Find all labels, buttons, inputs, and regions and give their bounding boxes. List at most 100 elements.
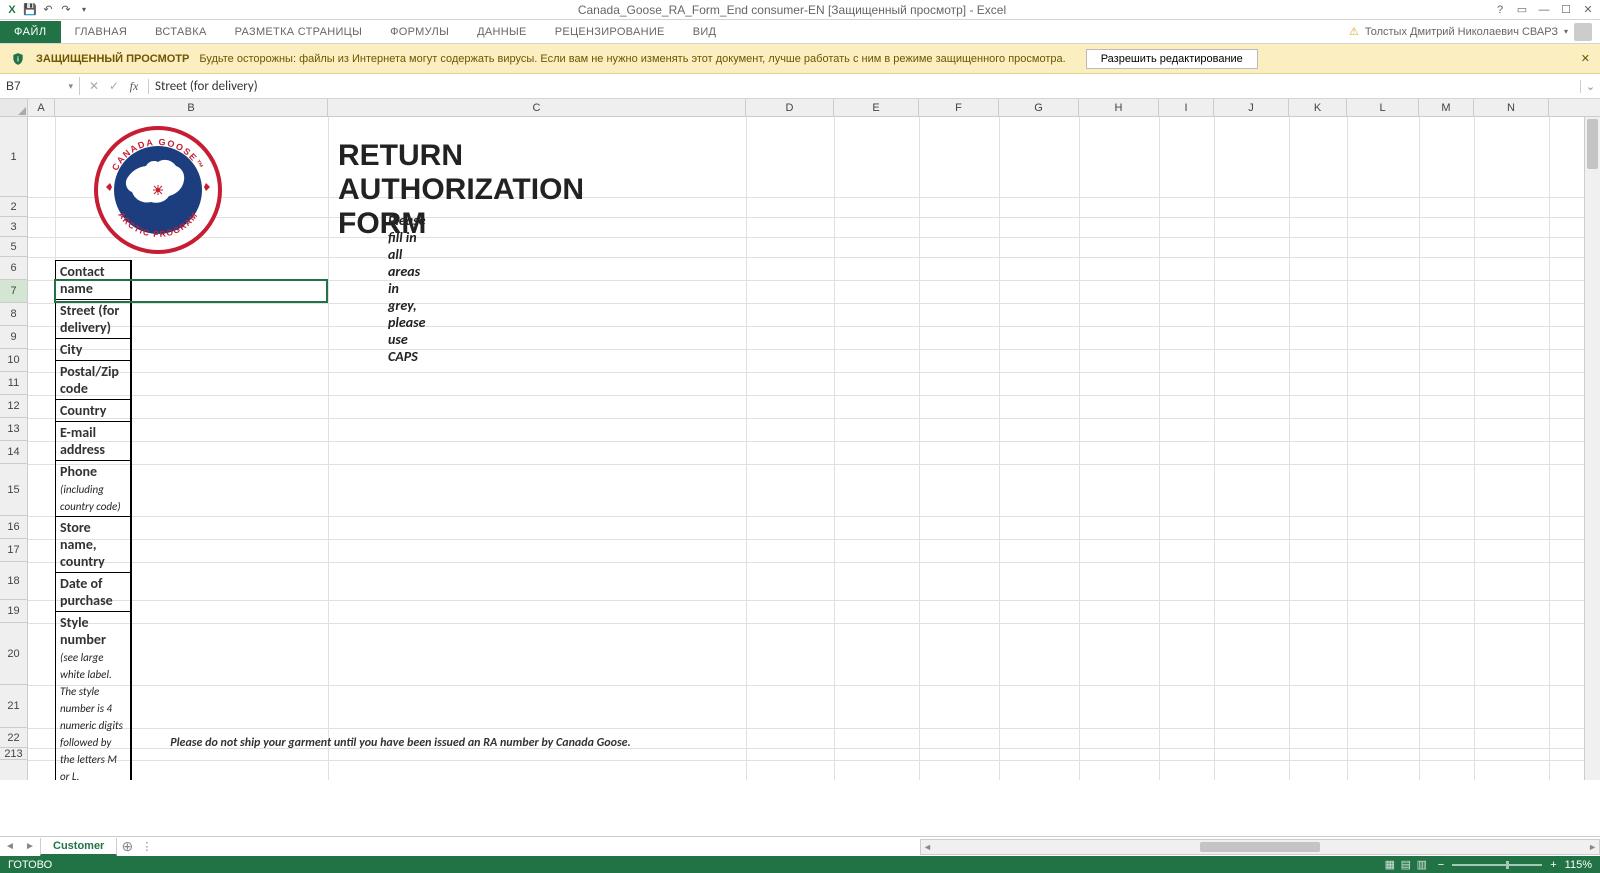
row-header[interactable]: 16 [0, 516, 27, 539]
name-box[interactable]: B7 ▾ [0, 77, 80, 95]
row-header[interactable]: 14 [0, 441, 27, 464]
vscroll-thumb[interactable] [1587, 119, 1598, 169]
column-header[interactable]: I [1159, 99, 1214, 116]
form-value-cell[interactable] [131, 339, 132, 361]
save-icon[interactable]: 💾 [22, 2, 38, 18]
row-header[interactable]: 6 [0, 257, 27, 280]
form-value-cell[interactable] [131, 400, 132, 422]
sheet-nav-prev-icon[interactable]: ◄ [0, 841, 20, 852]
form-value-cell[interactable] [131, 300, 132, 339]
row-header[interactable]: 1 [0, 117, 27, 197]
sheet-nav-next-icon[interactable]: ► [20, 841, 40, 852]
select-all-button[interactable] [0, 99, 28, 116]
row-header[interactable]: 15 [0, 464, 27, 516]
hscroll-left-icon[interactable]: ◄ [923, 842, 932, 852]
column-header[interactable]: L [1347, 99, 1419, 116]
name-box-dropdown-icon[interactable]: ▾ [68, 81, 73, 92]
page-layout-view-icon[interactable]: ▤ [1398, 858, 1414, 871]
column-header[interactable]: M [1419, 99, 1474, 116]
column-header[interactable]: N [1474, 99, 1549, 116]
cancel-formula-icon[interactable]: ✕ [86, 79, 102, 93]
warning-icon: ⚠ [1349, 25, 1359, 38]
ribbon-tab[interactable]: ФОРМУЛЫ [376, 21, 463, 43]
zoom-out-icon[interactable]: − [1438, 859, 1444, 871]
enable-editing-button[interactable]: Разрешить редактирование [1086, 49, 1258, 69]
row-header[interactable]: 11 [0, 372, 27, 395]
form-value-cell[interactable] [131, 612, 132, 781]
row-header[interactable]: 18 [0, 562, 27, 600]
view-buttons[interactable]: ▦▤▥ [1382, 858, 1430, 871]
column-header[interactable]: F [919, 99, 999, 116]
column-header[interactable]: D [746, 99, 834, 116]
row-header[interactable]: 19 [0, 600, 27, 623]
accept-formula-icon[interactable]: ✓ [106, 79, 122, 93]
ribbon-tab[interactable]: ВСТАВКА [141, 21, 220, 43]
add-sheet-icon[interactable]: ⊕ [117, 838, 137, 855]
column-header[interactable]: K [1289, 99, 1347, 116]
column-header[interactable]: E [834, 99, 919, 116]
zoom-level[interactable]: 115% [1565, 859, 1592, 871]
fx-icon[interactable]: fx [126, 79, 142, 94]
avatar[interactable] [1574, 23, 1592, 41]
row-header[interactable]: 17 [0, 539, 27, 562]
help-icon[interactable]: ? [1492, 2, 1508, 18]
cells-area[interactable]: CANADA GOOSE™ ARCTIC PROGRAM RETURN AUTH… [28, 117, 1584, 780]
excel-icon: X [4, 2, 20, 18]
normal-view-icon[interactable]: ▦ [1382, 858, 1398, 871]
row-header[interactable]: 13 [0, 418, 27, 441]
form-value-cell[interactable] [131, 422, 132, 461]
ribbon-tab[interactable]: ВИД [679, 21, 731, 43]
ribbon-options-icon[interactable]: ▭ [1514, 2, 1530, 18]
hscroll-thumb[interactable] [1200, 842, 1320, 852]
column-header[interactable]: C [328, 99, 746, 116]
column-header[interactable]: H [1079, 99, 1159, 116]
vertical-scrollbar[interactable] [1584, 117, 1600, 780]
row-header[interactable]: 2 [0, 197, 27, 217]
row-header[interactable]: 21 [0, 685, 27, 728]
file-tab[interactable]: ФАЙЛ [0, 21, 61, 43]
ribbon-tab[interactable]: ГЛАВНАЯ [61, 21, 142, 43]
worksheet-grid[interactable]: ABCDEFGHIJKLMN 1235678910111213141516171… [0, 99, 1600, 780]
column-header[interactable]: A [28, 99, 55, 116]
hscroll-right-icon[interactable]: ► [1588, 842, 1597, 852]
horizontal-scrollbar[interactable]: ◄ ► [920, 839, 1600, 855]
form-label-cell: Store name, country [56, 517, 131, 573]
row-header[interactable]: 5 [0, 237, 27, 257]
form-value-cell[interactable] [131, 261, 132, 300]
zoom-slider[interactable] [1452, 864, 1542, 866]
column-header[interactable]: B [55, 99, 328, 116]
row-header[interactable]: 9 [0, 326, 27, 349]
close-icon[interactable]: ✕ [1580, 2, 1596, 18]
row-header[interactable]: 22 [0, 728, 27, 748]
formula-input[interactable]: Street (for delivery) [149, 77, 1580, 96]
page-break-view-icon[interactable]: ▥ [1414, 858, 1430, 871]
row-header[interactable]: 8 [0, 303, 27, 326]
ribbon-tab[interactable]: РАЗМЕТКА СТРАНИЦЫ [221, 21, 377, 43]
gridlines [28, 117, 1584, 780]
column-header[interactable]: G [999, 99, 1079, 116]
row-header[interactable]: 12 [0, 395, 27, 418]
row-header[interactable]: 3 [0, 217, 27, 237]
undo-icon[interactable]: ↶ [40, 2, 56, 18]
form-value-cell[interactable] [131, 361, 132, 400]
user-dropdown-icon[interactable]: ▾ [1564, 27, 1568, 36]
form-value-cell[interactable] [131, 517, 132, 573]
user-name[interactable]: Толстых Дмитрий Николаевич СВАРЗ [1365, 26, 1558, 38]
maximize-icon[interactable]: ☐ [1558, 2, 1574, 18]
redo-icon[interactable]: ↷ [58, 2, 74, 18]
row-header[interactable]: 7 [0, 280, 27, 303]
column-header[interactable]: J [1214, 99, 1289, 116]
minimize-icon[interactable]: — [1536, 2, 1552, 18]
msgbar-close-icon[interactable]: ✕ [1581, 52, 1590, 65]
sheet-tab-customer[interactable]: Customer [40, 838, 117, 856]
form-value-cell[interactable] [131, 461, 132, 517]
row-header[interactable]: 213 [0, 748, 27, 760]
row-header[interactable]: 20 [0, 623, 27, 685]
customize-qat-icon[interactable]: ▾ [76, 2, 92, 18]
expand-formula-bar-icon[interactable]: ⌄ [1580, 80, 1600, 93]
ribbon-tab[interactable]: ДАННЫЕ [463, 21, 541, 43]
zoom-in-icon[interactable]: + [1550, 859, 1556, 871]
form-value-cell[interactable] [131, 573, 132, 612]
row-header[interactable]: 10 [0, 349, 27, 372]
ribbon-tab[interactable]: РЕЦЕНЗИРОВАНИЕ [541, 21, 679, 43]
